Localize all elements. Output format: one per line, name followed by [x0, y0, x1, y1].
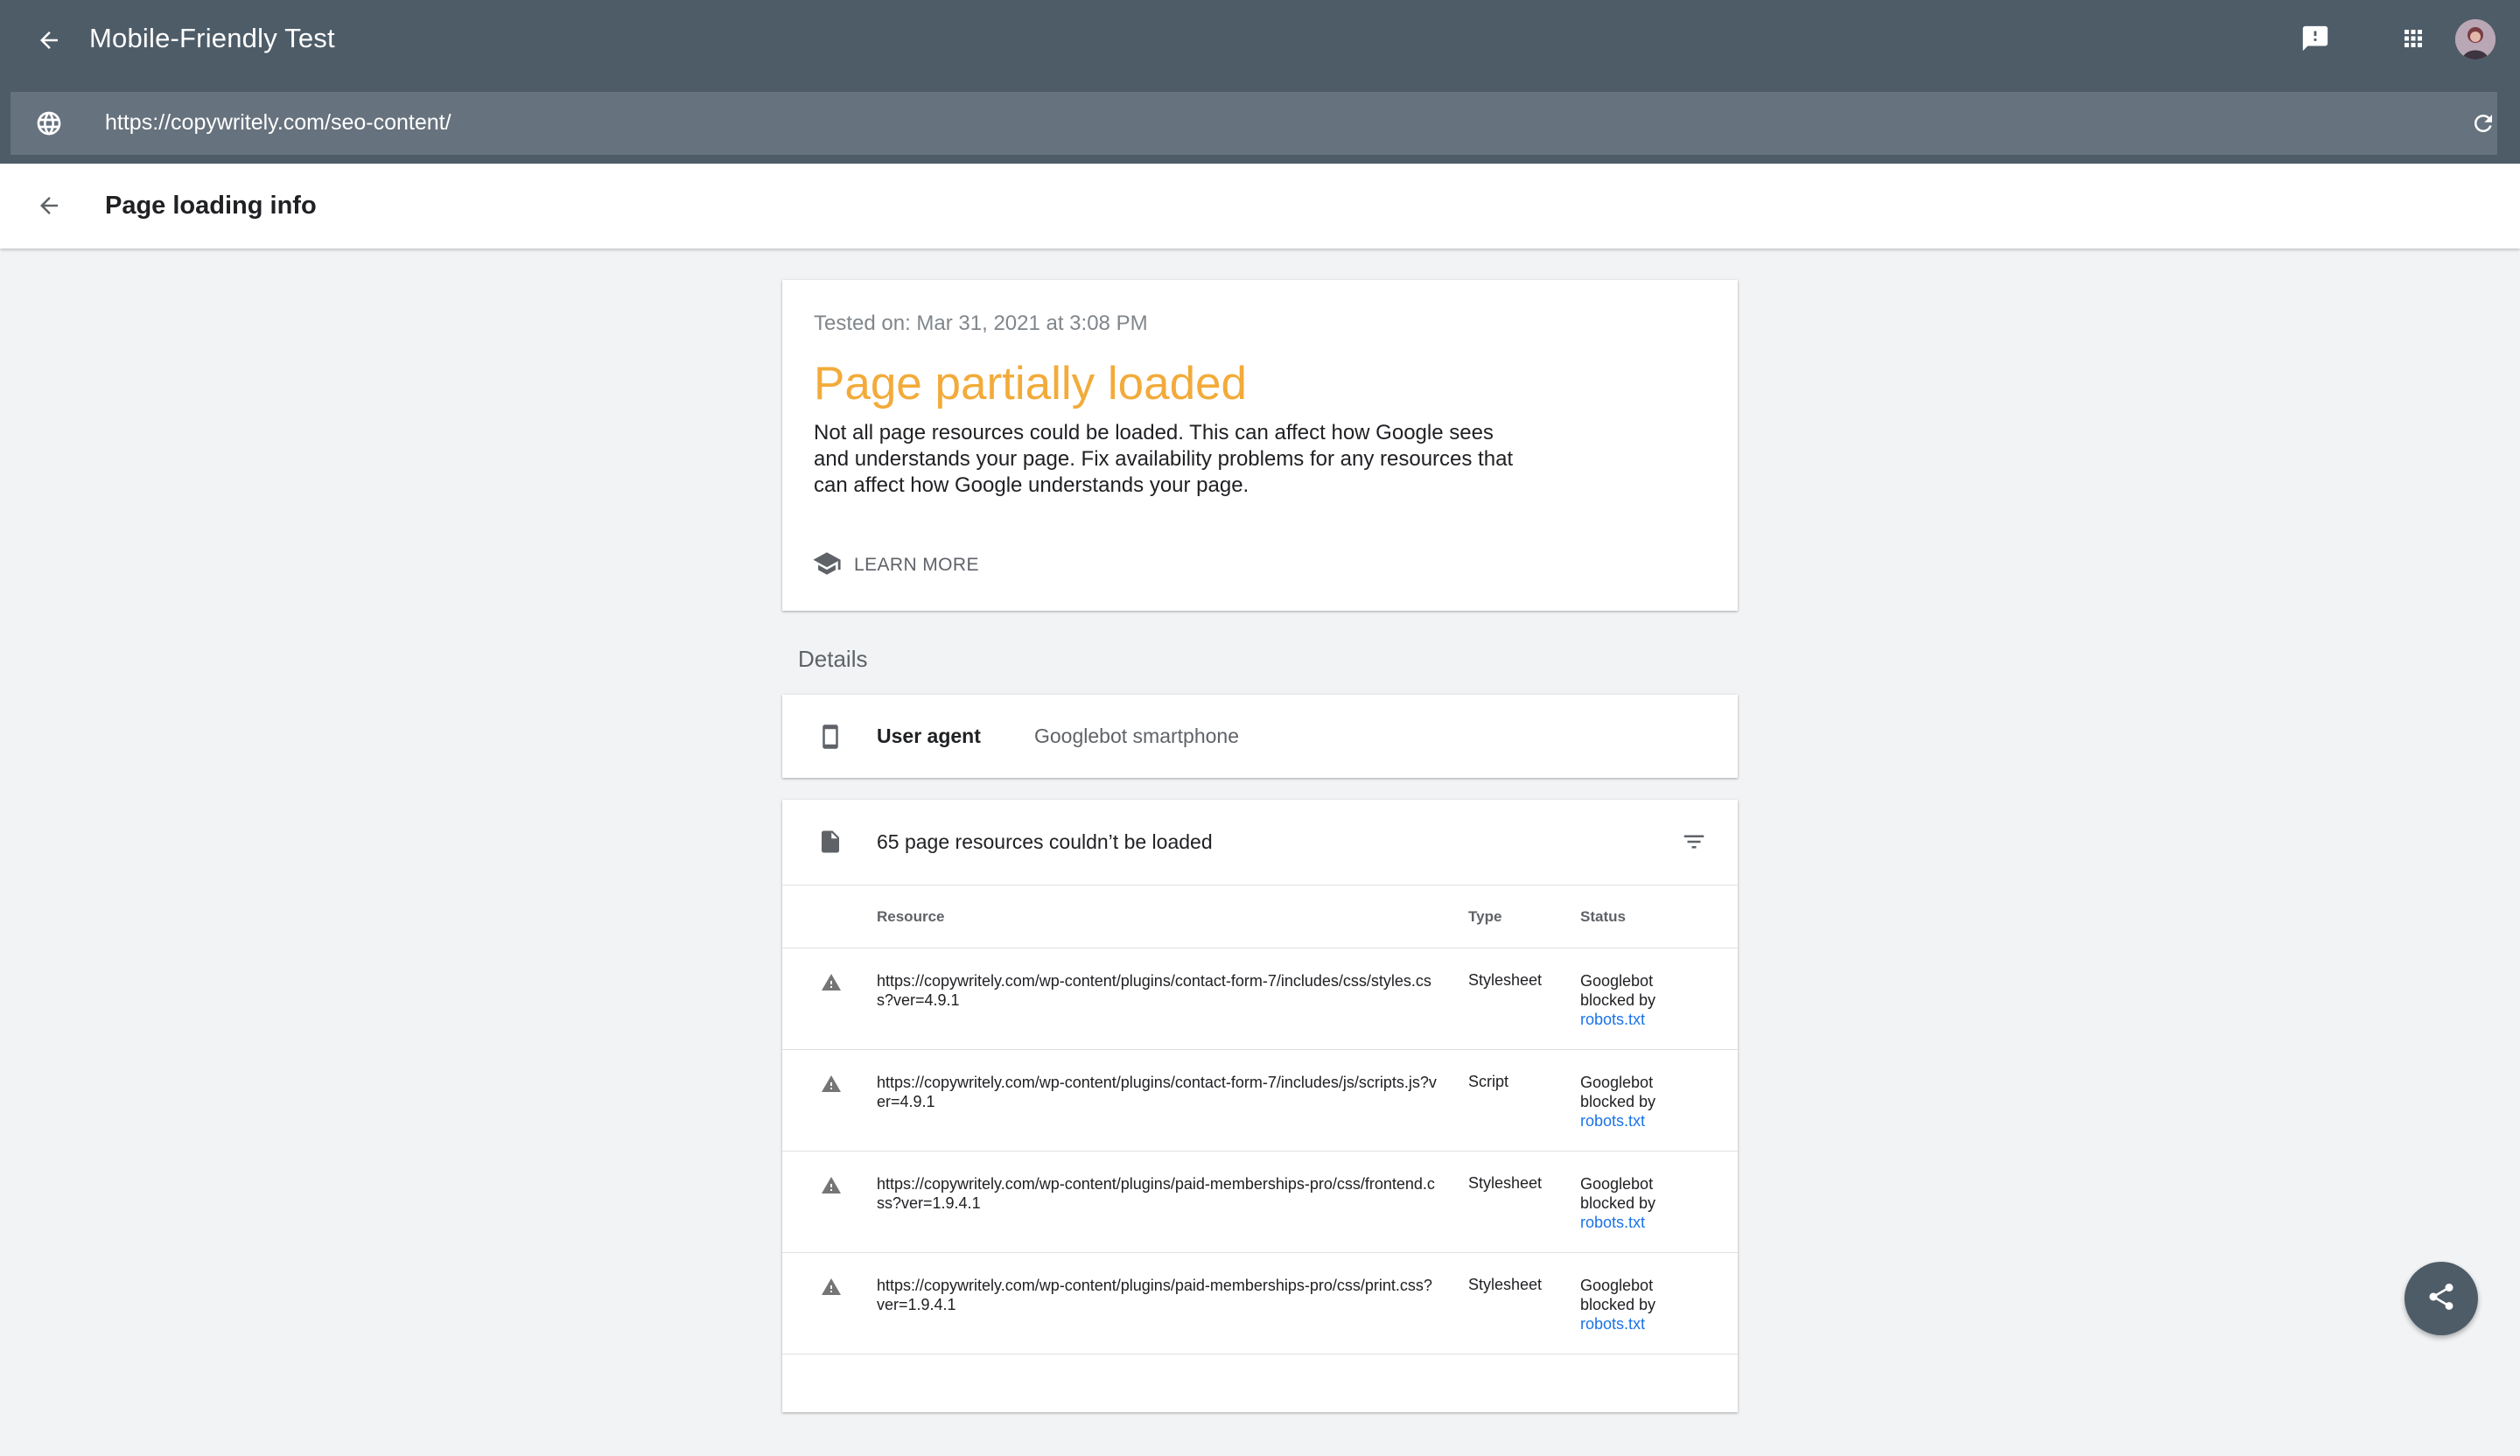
- user-agent-label: User agent: [877, 724, 981, 747]
- share-icon: [2426, 1281, 2457, 1317]
- warning-icon: [819, 971, 844, 994]
- status-text: Googlebot blocked by: [1580, 1277, 1656, 1313]
- resource-url: https://copywritely.com/wp-content/plugi…: [877, 1277, 1432, 1313]
- url-bar[interactable]: https://copywritely.com/seo-content/: [10, 92, 2497, 155]
- learn-more-button[interactable]: LEARN MORE: [812, 548, 979, 583]
- status-text: Googlebot blocked by: [1580, 1175, 1656, 1212]
- status-text: Googlebot blocked by: [1580, 972, 1656, 1009]
- smartphone-icon: [816, 721, 845, 752]
- resource-status: Googlebot blocked by robots.txt: [1580, 1174, 1685, 1232]
- warning-icon: [819, 1276, 844, 1298]
- warning-icon: [819, 1174, 844, 1197]
- resource-url: https://copywritely.com/wp-content/plugi…: [877, 972, 1432, 1009]
- feedback-icon[interactable]: [2298, 21, 2333, 56]
- table-row[interactable]: https://copywritely.com/wp-content/plugi…: [782, 948, 1738, 1050]
- resource-status: Googlebot blocked by robots.txt: [1580, 971, 1685, 1029]
- avatar[interactable]: [2455, 19, 2496, 60]
- reload-icon[interactable]: [2466, 106, 2501, 141]
- resource-type: Stylesheet: [1468, 1276, 1543, 1293]
- app-title: Mobile-Friendly Test: [89, 23, 335, 53]
- robots-txt-link[interactable]: robots.txt: [1580, 1112, 1645, 1130]
- url-text[interactable]: https://copywritely.com/seo-content/: [105, 110, 452, 136]
- warning-icon: [819, 1073, 844, 1096]
- table-row[interactable]: https://copywritely.com/wp-content/plugi…: [782, 1151, 1738, 1253]
- verdict-title: Page partially loaded: [814, 358, 1248, 410]
- resource-url: https://copywritely.com/wp-content/plugi…: [877, 1074, 1437, 1110]
- resource-type: Stylesheet: [1468, 971, 1543, 989]
- resource-status: Googlebot blocked by robots.txt: [1580, 1276, 1685, 1334]
- back-arrow-icon[interactable]: [30, 21, 68, 60]
- user-agent-card: User agent Googlebot smartphone: [782, 695, 1738, 778]
- table-row[interactable]: [782, 1354, 1738, 1456]
- share-button[interactable]: [2404, 1262, 2478, 1335]
- user-agent-value: Googlebot smartphone: [1034, 724, 1239, 747]
- resource-status: Googlebot blocked by robots.txt: [1580, 1073, 1685, 1130]
- verdict-description: Not all page resources could be loaded. …: [814, 421, 1514, 497]
- resources-count: 65 page resources couldn’t be loaded: [877, 830, 1213, 853]
- status-text: Googlebot blocked by: [1580, 1074, 1656, 1110]
- column-header-status: Status: [1580, 908, 1626, 925]
- app-bar: Mobile-Friendly Test https://copywritely…: [0, 0, 2520, 164]
- robots-txt-link[interactable]: robots.txt: [1580, 1315, 1645, 1333]
- details-heading: Details: [798, 646, 868, 672]
- robots-txt-link[interactable]: robots.txt: [1580, 1011, 1645, 1028]
- summary-card: Tested on: Mar 31, 2021 at 3:08 PM Page …: [782, 280, 1738, 611]
- robots-txt-link[interactable]: robots.txt: [1580, 1214, 1645, 1231]
- column-header-type: Type: [1468, 908, 1502, 925]
- apps-grid-icon[interactable]: [2396, 21, 2431, 56]
- filter-icon[interactable]: [1676, 824, 1712, 859]
- column-header-resource: Resource: [877, 908, 945, 925]
- globe-icon: [32, 106, 66, 141]
- resource-type: Script: [1468, 1073, 1509, 1090]
- resource-url: https://copywritely.com/wp-content/plugi…: [877, 1175, 1435, 1212]
- divider: [782, 885, 1738, 886]
- page-header: Page loading info: [0, 164, 2520, 248]
- school-icon: [812, 549, 842, 583]
- page-title: Page loading info: [105, 192, 317, 220]
- back-arrow-icon[interactable]: [30, 186, 68, 225]
- tested-on-text: Tested on: Mar 31, 2021 at 3:08 PM: [814, 312, 1148, 335]
- resources-card: 65 page resources couldn’t be loaded Res…: [782, 800, 1738, 1412]
- document-icon: [816, 826, 845, 858]
- table-row[interactable]: https://copywritely.com/wp-content/plugi…: [782, 1049, 1738, 1152]
- learn-more-label: LEARN MORE: [854, 555, 979, 575]
- resource-type: Stylesheet: [1468, 1174, 1543, 1192]
- table-row[interactable]: https://copywritely.com/wp-content/plugi…: [782, 1252, 1738, 1354]
